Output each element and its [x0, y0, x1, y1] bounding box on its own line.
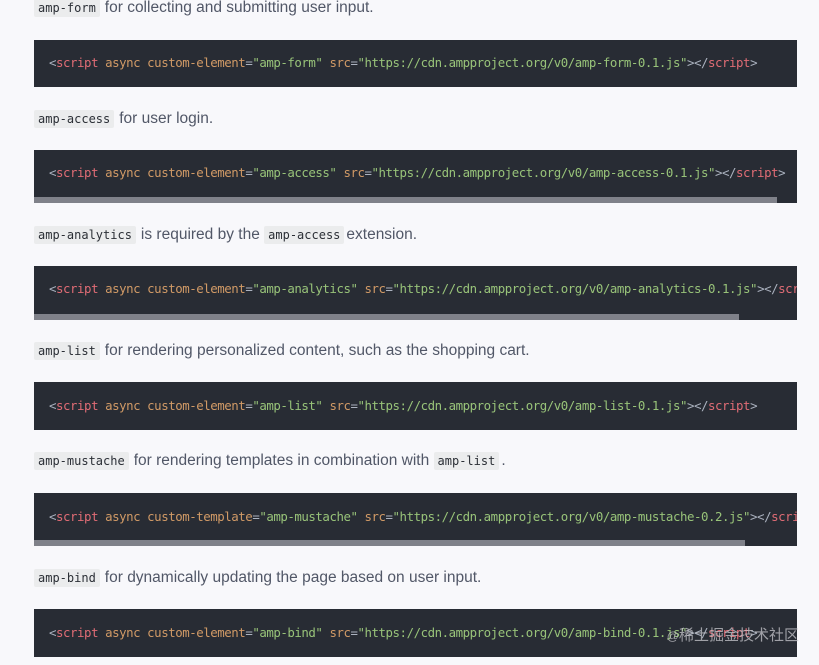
code-block-amp-access[interactable]: <script async custom-element="amp-access… [34, 150, 797, 203]
code-line: <script async custom-element="amp-list" … [49, 398, 758, 413]
article-body: amp-form for collecting and submitting us… [0, 0, 819, 665]
code-line: <script async custom-element="amp-analyt… [49, 281, 797, 296]
paragraph-amp-access: amp-access for user login. [34, 109, 797, 129]
horizontal-scrollbar[interactable] [34, 314, 739, 320]
paragraph-text: is required by the [140, 226, 260, 243]
paragraph-text: for collecting and submitting user input… [104, 0, 374, 16]
horizontal-scrollbar[interactable] [34, 540, 745, 546]
inline-code: amp-form [34, 0, 100, 17]
code-block-amp-analytics[interactable]: <script async custom-element="amp-analyt… [34, 266, 797, 320]
code-block-amp-mustache[interactable]: <script async custom-template="amp-musta… [34, 493, 797, 546]
paragraph-text: for rendering personalized content, such… [104, 342, 530, 359]
inline-code: amp-analytics [34, 226, 136, 244]
paragraph-amp-analytics: amp-analytics is required by the amp-acce… [34, 225, 797, 245]
inline-code: amp-list [34, 342, 100, 360]
paragraph-text: . [501, 452, 506, 469]
paragraph-text: for rendering templates in combination w… [133, 452, 430, 469]
paragraph-amp-list: amp-list for rendering personalized conte… [34, 341, 797, 361]
code-line: <script async custom-template="amp-musta… [49, 509, 797, 524]
paragraph-amp-bind: amp-bind for dynamically updating the pag… [34, 568, 797, 588]
paragraph-amp-mustache: amp-mustache for rendering templates in c… [34, 451, 797, 471]
code-line: <script async custom-element="amp-form" … [49, 55, 758, 70]
code-line: <script async custom-element="amp-access… [49, 165, 786, 180]
paragraph-text: for user login. [119, 110, 214, 127]
paragraph-text: extension. [346, 226, 418, 243]
inline-code: amp-bind [34, 569, 100, 587]
paragraph-amp-form: amp-form for collecting and submitting us… [34, 0, 797, 18]
code-line: <script async custom-element="amp-bind" … [49, 625, 758, 640]
inline-code: amp-access [34, 110, 115, 128]
horizontal-scrollbar[interactable] [34, 197, 777, 203]
inline-code: amp-access [264, 226, 345, 244]
inline-code: amp-list [433, 452, 500, 470]
code-block-amp-list[interactable]: <script async custom-element="amp-list" … [34, 382, 797, 430]
code-block-amp-form[interactable]: <script async custom-element="amp-form" … [34, 40, 797, 87]
watermark: @稀土掘金技术社区 [666, 627, 799, 644]
paragraph-text: for dynamically updating the page based … [104, 569, 482, 586]
inline-code: amp-mustache [34, 452, 129, 470]
